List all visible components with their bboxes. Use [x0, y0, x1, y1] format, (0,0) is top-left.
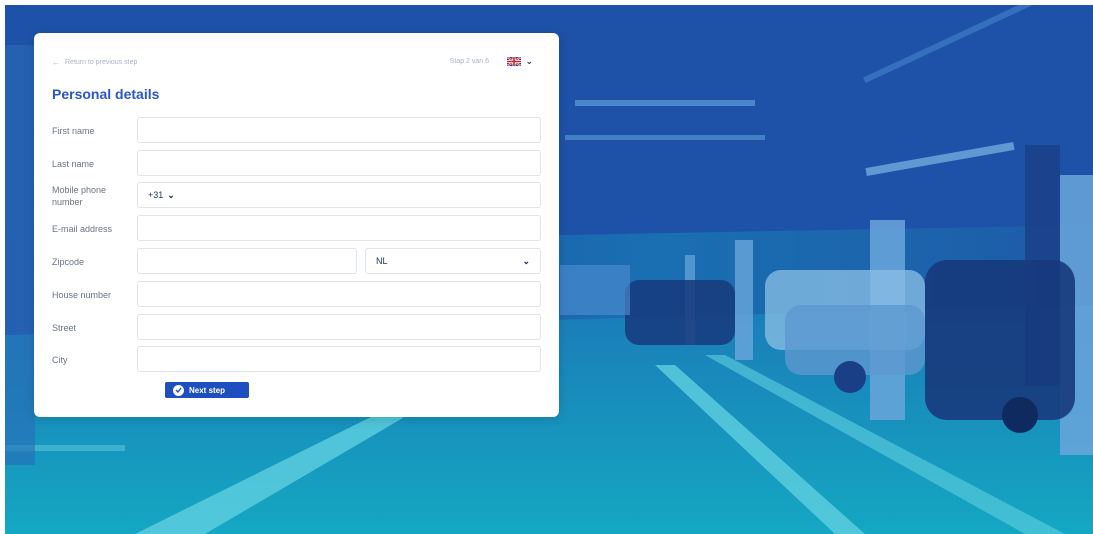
mobile-input[interactable]: +31 ⌄ [137, 182, 541, 208]
uk-flag-icon [507, 57, 522, 66]
personal-details-card: ← Return to previous step Stap 2 van 6 ⌄… [34, 33, 559, 417]
parking-garage-background: ← Return to previous step Stap 2 van 6 ⌄… [5, 5, 1093, 534]
zipcode-row: Zipcode NL ⌄ [52, 248, 541, 276]
next-step-button[interactable]: Next step [165, 382, 249, 398]
arrow-left-icon: ← [52, 58, 60, 67]
zipcode-label: Zipcode [52, 257, 85, 267]
street-input[interactable] [137, 314, 541, 340]
language-selector[interactable]: ⌄ [507, 56, 533, 67]
house-number-row: House number [52, 281, 541, 309]
first-name-row: First name [52, 117, 541, 145]
last-name-input[interactable] [137, 150, 541, 176]
street-label: Street [52, 323, 77, 333]
mobile-row: Mobile phone number +31 ⌄ [52, 182, 541, 210]
step-indicator: Stap 2 van 6 [449, 58, 489, 65]
house-number-label: House number [52, 290, 112, 300]
return-link-label: Return to previous step [65, 59, 138, 66]
return-link[interactable]: ← Return to previous step [52, 58, 137, 67]
email-input[interactable] [137, 215, 541, 241]
chevron-down-icon: ⌄ [522, 255, 530, 266]
mobile-label: Mobile phone number [52, 185, 107, 207]
country-value: NL [376, 256, 388, 266]
country-code[interactable]: +31 [148, 190, 163, 200]
page-title: Personal details [52, 86, 160, 102]
street-row: Street [52, 314, 541, 342]
email-label: E-mail address [52, 224, 113, 234]
city-input[interactable] [137, 346, 541, 372]
last-name-label: Last name [52, 159, 95, 169]
city-row: City [52, 346, 541, 374]
check-circle-icon [173, 384, 184, 396]
zipcode-input[interactable] [137, 248, 357, 274]
first-name-label: First name [52, 126, 95, 136]
next-step-label: Next step [189, 385, 226, 395]
city-label: City [52, 355, 68, 365]
house-number-input[interactable] [137, 281, 541, 307]
first-name-input[interactable] [137, 117, 541, 143]
last-name-row: Last name [52, 150, 541, 178]
card-topbar: ← Return to previous step Stap 2 van 6 ⌄ [52, 56, 533, 70]
country-select[interactable]: NL ⌄ [365, 248, 541, 274]
email-row: E-mail address [52, 215, 541, 243]
chevron-down-icon: ⌄ [525, 56, 533, 66]
chevron-down-icon[interactable]: ⌄ [167, 190, 175, 201]
